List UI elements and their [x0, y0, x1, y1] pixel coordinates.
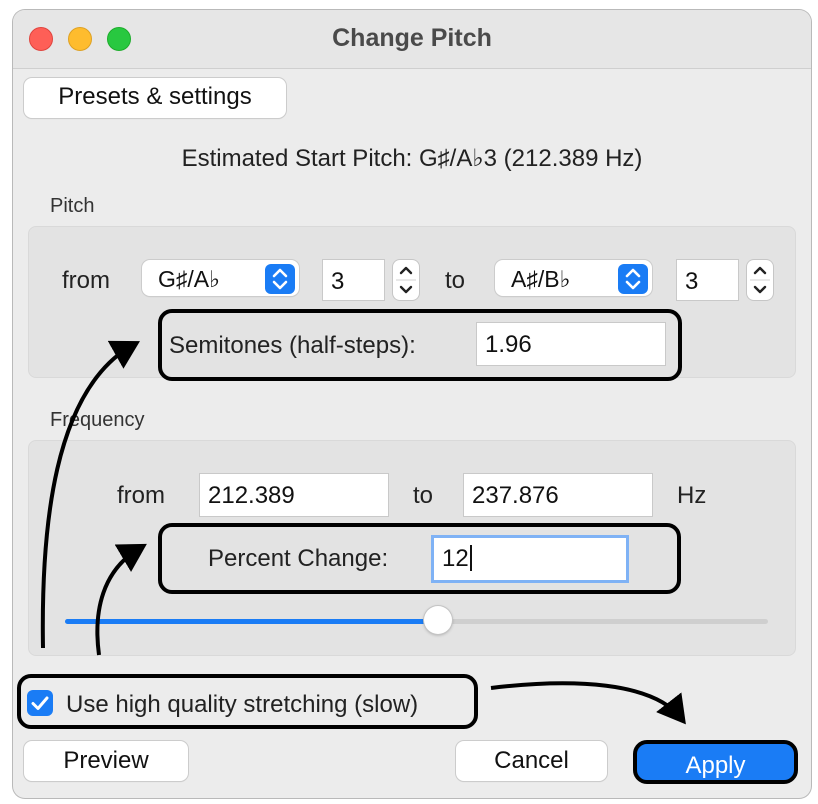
pitch-section-label: Pitch — [50, 195, 95, 217]
pitch-to-note-value: A♯/B♭ — [511, 266, 571, 292]
percent-change-slider-track[interactable] — [65, 619, 768, 624]
percent-change-slider-fill — [65, 619, 438, 624]
preview-button[interactable]: Preview — [24, 741, 188, 781]
pitch-to-octave-field[interactable]: 3 — [676, 259, 739, 301]
annotation-arrows — [40, 340, 686, 725]
chevron-up-down-icon — [618, 264, 648, 294]
pitch-from-label: from — [62, 267, 110, 294]
arrow-to-apply — [490, 681, 686, 725]
percent-change-field[interactable]: 12 — [431, 535, 629, 583]
pitch-to-octave-stepper[interactable] — [747, 260, 773, 300]
pitch-from-octave-field[interactable]: 3 — [322, 259, 385, 301]
pitch-from-octave-stepper[interactable] — [393, 260, 419, 300]
window-title: Change Pitch — [332, 24, 492, 52]
checkmark-icon — [31, 696, 49, 710]
chevron-up-down-icon — [265, 264, 295, 294]
semitones-field[interactable]: 1.96 — [476, 322, 666, 366]
pitch-from-note-select[interactable]: G♯/A♭ — [142, 260, 299, 296]
change-pitch-dialog: Change Pitch Presets & settings Estimate… — [13, 10, 811, 798]
title-bar: Change Pitch — [13, 10, 811, 69]
frequency-from-label: from — [117, 482, 165, 509]
pitch-to-label: to — [445, 267, 466, 294]
estimated-start-pitch: Estimated Start Pitch: G♯/A♭3 (212.389 H… — [181, 145, 643, 172]
apply-button[interactable]: Apply — [633, 740, 798, 784]
percent-change-value: 12 — [442, 545, 469, 572]
semitones-label: Semitones (half-steps): — [169, 332, 416, 359]
presets-settings-button[interactable]: Presets & settings — [24, 78, 286, 118]
high-quality-checkbox[interactable] — [27, 690, 53, 716]
frequency-to-label: to — [413, 482, 434, 509]
pitch-from-note-value: G♯/A♭ — [158, 266, 220, 292]
frequency-section-label: Frequency — [50, 409, 145, 431]
frequency-from-field[interactable]: 212.389 — [199, 473, 389, 517]
frequency-unit-label: Hz — [677, 482, 707, 509]
high-quality-label: Use high quality stretching (slow) — [66, 691, 419, 718]
text-caret — [469, 545, 472, 571]
percent-change-slider-thumb[interactable] — [424, 606, 452, 634]
percent-change-label: Percent Change: — [208, 545, 389, 572]
pitch-to-note-select[interactable]: A♯/B♭ — [495, 260, 652, 296]
frequency-to-field[interactable]: 237.876 — [463, 473, 653, 517]
cancel-button[interactable]: Cancel — [456, 741, 607, 781]
